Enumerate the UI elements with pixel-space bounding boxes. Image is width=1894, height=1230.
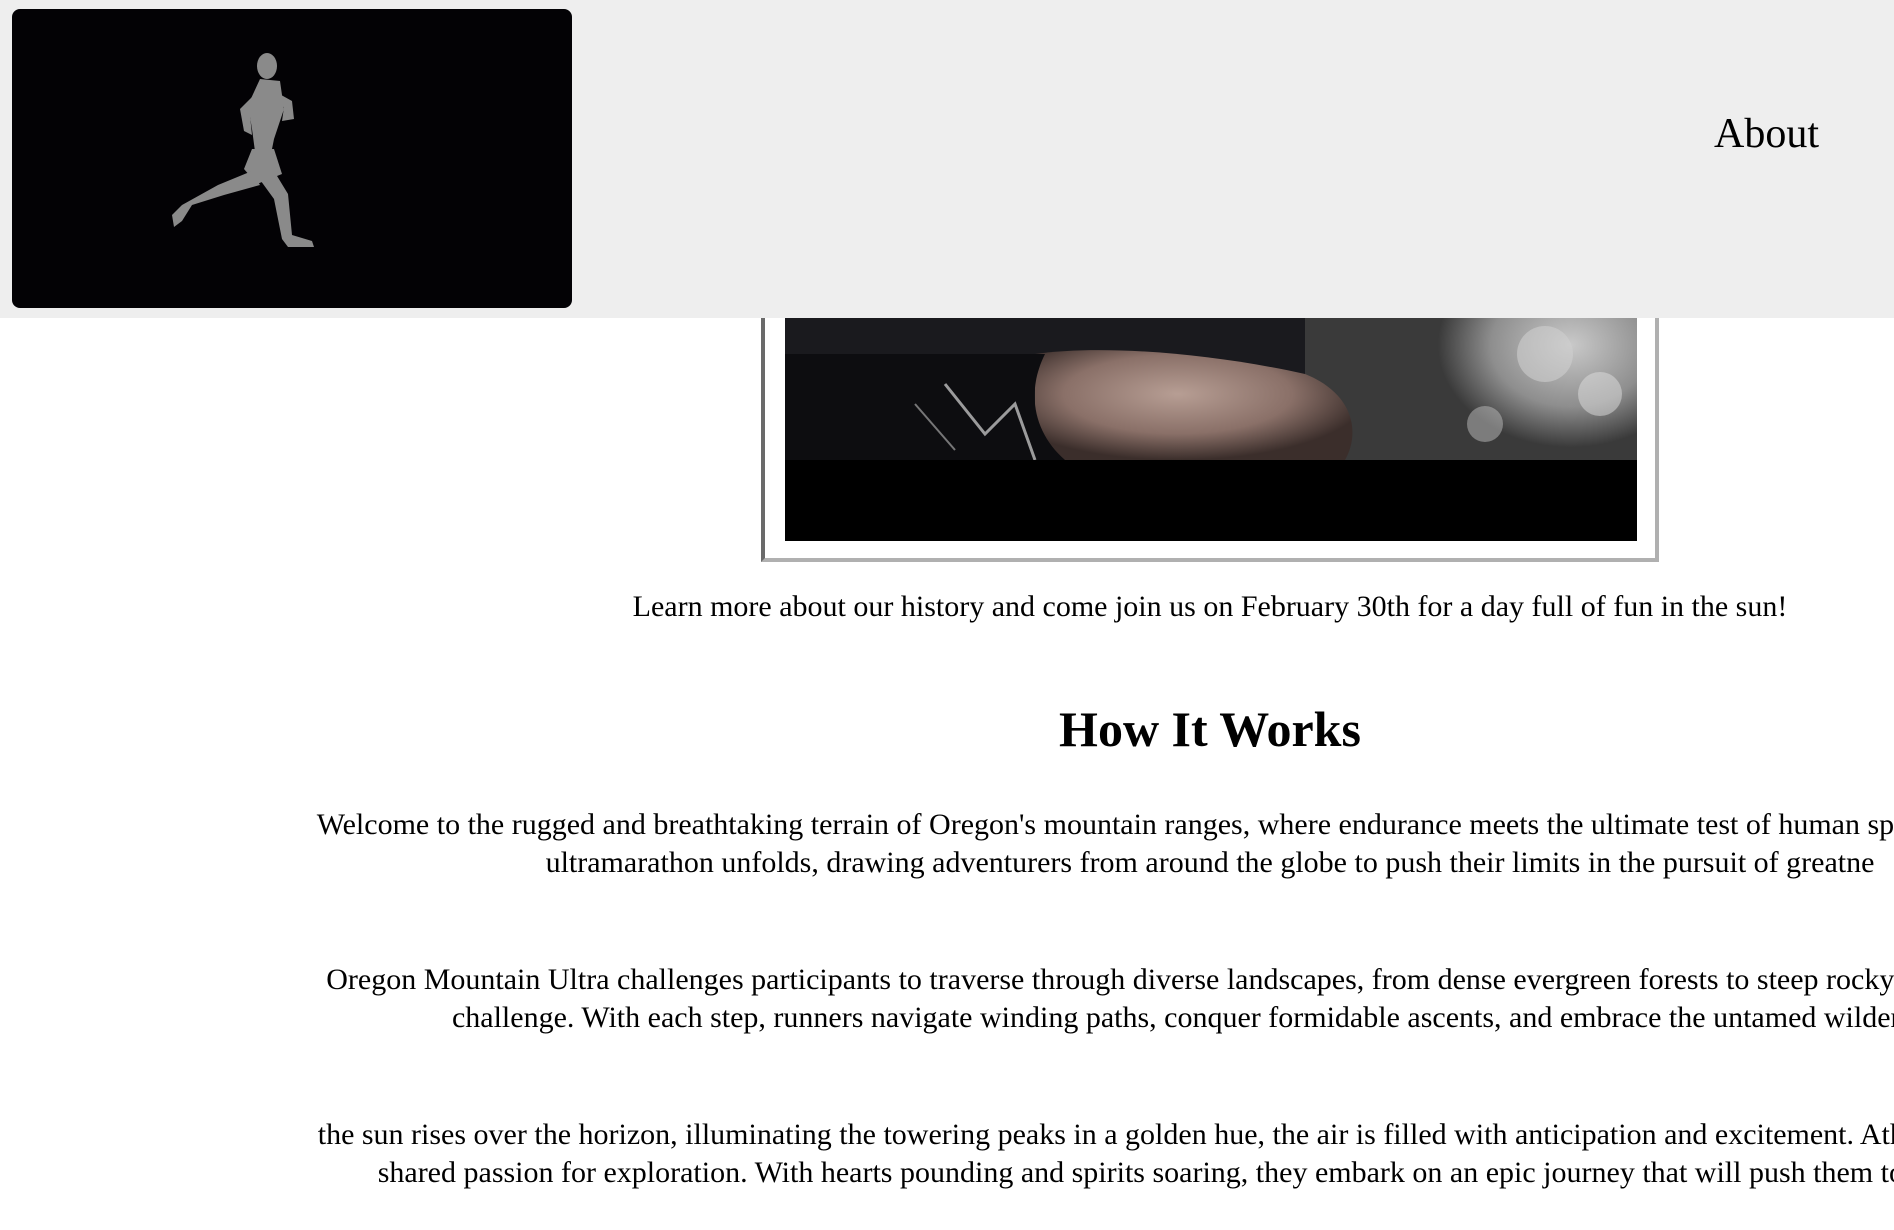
site-header: About: [0, 0, 1894, 318]
runner-icon: [172, 53, 314, 247]
how-it-works-title: How It Works: [1059, 701, 1361, 757]
paragraph-3: the sun rises over the horizon, illumina…: [0, 1116, 1894, 1192]
paragraph-1-line-2: ultramarathon unfolds, drawing adventure…: [545, 846, 1875, 879]
page: About Learn more about our history and c…: [0, 0, 1894, 1230]
paragraph-2-line-1: Oregon Mountain Ultra challenges partici…: [326, 963, 1894, 996]
paragraph-2: Oregon Mountain Ultra challenges partici…: [0, 961, 1894, 1037]
paragraph-1: Welcome to the rugged and breathtaking t…: [0, 806, 1894, 882]
paragraph-3-line-2: shared passion for exploration. With hea…: [377, 1156, 1894, 1189]
nav-about-link[interactable]: About: [1714, 110, 1819, 158]
site-logo[interactable]: [12, 9, 572, 308]
intro-text: Learn more about our history and come jo…: [632, 590, 1788, 623]
paragraph-2-line-2: challenge. With each step, runners navig…: [451, 1001, 1894, 1034]
paragraph-1-line-1: Welcome to the rugged and breathtaking t…: [316, 808, 1894, 841]
paragraph-3-line-1: the sun rises over the horizon, illumina…: [317, 1118, 1894, 1151]
